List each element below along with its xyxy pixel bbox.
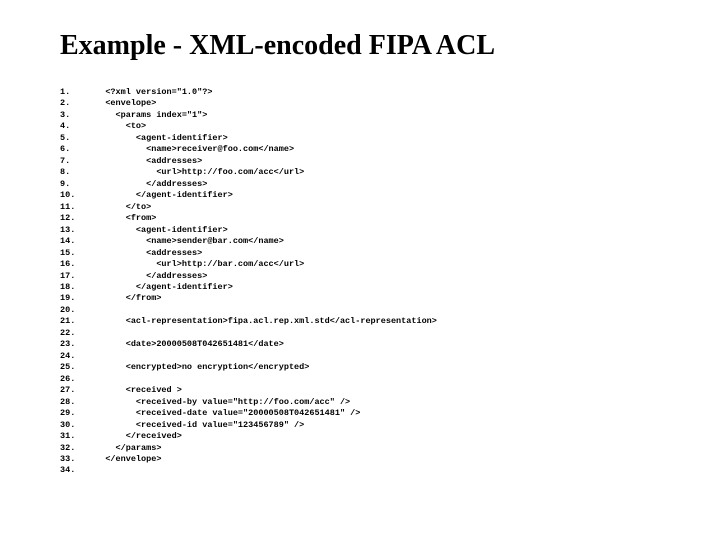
line-numbers: 1. 2. 3. 4. 5. 6. 7. 8. 9. 10. 11. 12. 1… [60,87,105,477]
code-block: 1. 2. 3. 4. 5. 6. 7. 8. 9. 10. 11. 12. 1… [60,87,680,477]
slide-title: Example - XML-encoded FIPA ACL [60,30,680,62]
slide: Example - XML-encoded FIPA ACL 1. 2. 3. … [0,0,720,497]
code-lines: <?xml version="1.0"?> <envelope> <params… [105,87,437,477]
